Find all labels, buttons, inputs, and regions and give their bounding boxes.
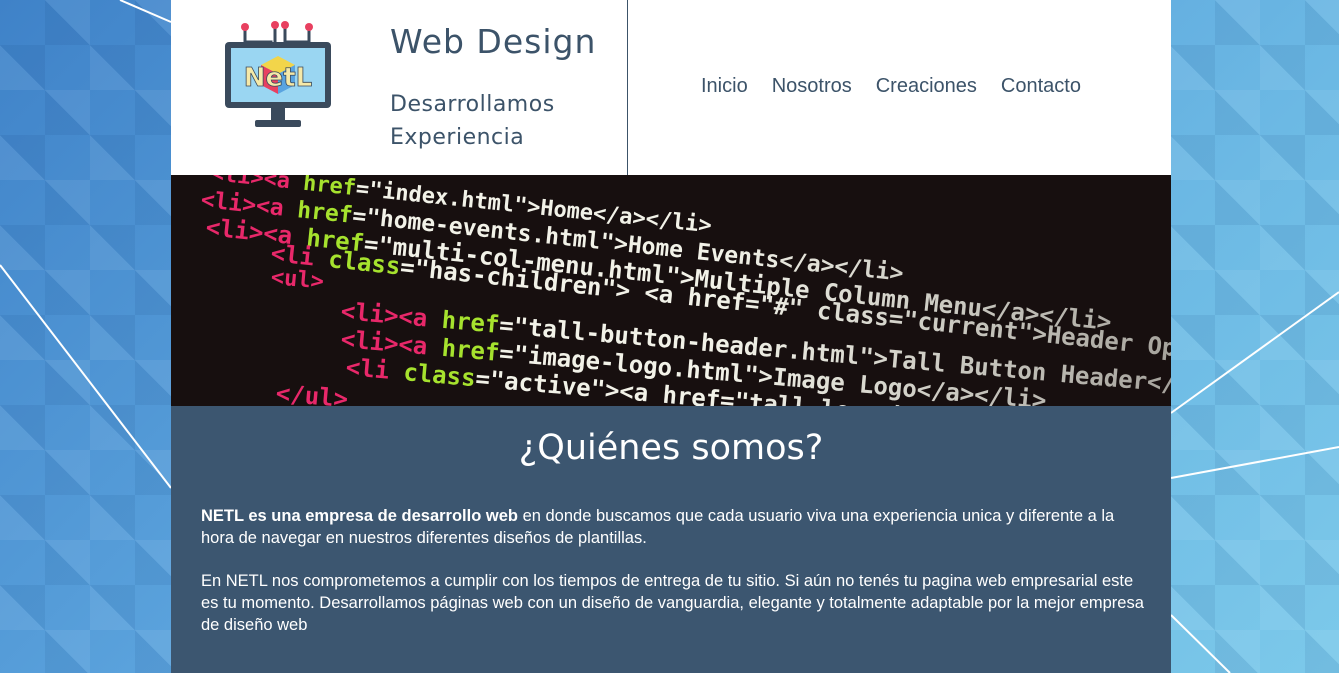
logo-text: NetL bbox=[244, 63, 312, 93]
about-title: ¿Quiénes somos? bbox=[518, 428, 824, 468]
site-header: NetL Web Design Desarrollamos Experienci… bbox=[171, 0, 1171, 175]
about-section: ¿Quiénes somos? NETL es una empresa de d… bbox=[171, 406, 1171, 673]
main-nav: Inicio Nosotros Creaciones Contacto bbox=[701, 75, 1081, 98]
about-paragraph-1-bold: NETL es una empresa de desarrollo web bbox=[201, 507, 518, 525]
brand-title: Web Design bbox=[390, 22, 597, 61]
hero-code-image: <li><a href="index.html">Home</a></li><l… bbox=[171, 175, 1171, 406]
hero-fade bbox=[171, 175, 1171, 406]
nav-link-nosotros[interactable]: Nosotros bbox=[772, 75, 852, 98]
about-paragraph-2: En NETL nos comprometemos a cumplir con … bbox=[201, 572, 1144, 634]
netl-logo[interactable]: NetL bbox=[223, 20, 333, 132]
header-divider bbox=[627, 0, 628, 175]
nav-link-contacto[interactable]: Contacto bbox=[1001, 75, 1081, 98]
nav-link-inicio[interactable]: Inicio bbox=[701, 75, 748, 98]
about-paragraph-1: NETL es una empresa de desarrollo web en… bbox=[201, 505, 1146, 549]
nav-link-creaciones[interactable]: Creaciones bbox=[876, 75, 977, 98]
page-container: NetL Web Design Desarrollamos Experienci… bbox=[171, 0, 1171, 673]
brand-tagline: Desarrollamos Experiencia bbox=[390, 92, 555, 150]
